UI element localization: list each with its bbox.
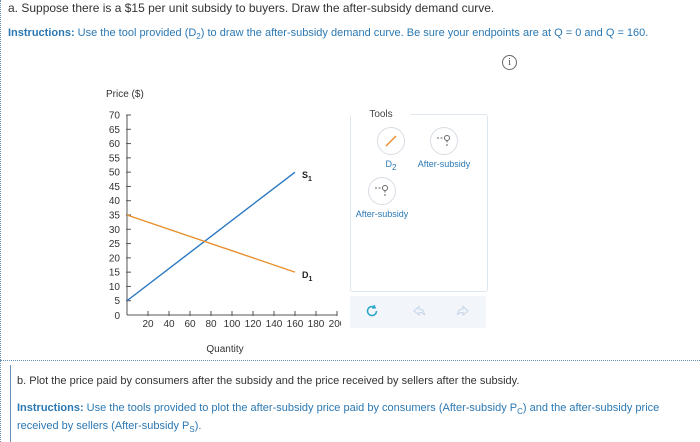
- instructions-b-label: Instructions:: [17, 402, 84, 414]
- x-tick-label: 120: [245, 319, 262, 330]
- after-subsidy-tool-1-label: After-subsidy: [417, 159, 471, 169]
- y-axis-label: Price ($): [106, 89, 144, 100]
- after-subsidy-tool-2[interactable]: After-subsidy: [351, 177, 413, 219]
- undo-icon[interactable]: [412, 304, 426, 320]
- d2-tool[interactable]: D2: [369, 127, 413, 172]
- after-subsidy-tool-1[interactable]: After-subsidy: [411, 127, 477, 169]
- y-tick-label: 0: [114, 311, 120, 322]
- question-a: a. Suppose there is a $15 per unit subsi…: [8, 1, 495, 15]
- y-tick-label: 45: [109, 182, 121, 193]
- instructions-label: Instructions:: [8, 27, 75, 39]
- x-tick-label: 60: [184, 319, 196, 330]
- tools-panel: Tools D2 After-subsidy After-subsidy: [350, 109, 488, 292]
- y-tick-label: 70: [109, 111, 121, 122]
- y-tick-label: 15: [109, 268, 121, 279]
- tools-title: Tools: [351, 109, 411, 120]
- instructions-b-text-3: ).: [194, 420, 202, 432]
- y-tick-label: 10: [109, 282, 121, 293]
- y-tick-label: 30: [109, 225, 121, 236]
- point-marker-icon: [368, 177, 396, 205]
- line-tool-icon: [377, 127, 405, 155]
- x-tick-label: 20: [142, 319, 154, 330]
- x-tick-label: 100: [224, 319, 241, 330]
- series-s1-line: [126, 171, 296, 302]
- reset-icon[interactable]: [365, 304, 379, 320]
- series-d1-label: D1: [302, 270, 313, 283]
- part-b-section: b. Plot the price paid by consumers afte…: [10, 365, 700, 442]
- instructions-a: Instructions: Use the tool provided (D2)…: [8, 27, 648, 41]
- supply-demand-graph[interactable]: Price ($) Quantity 706560555045403530252…: [96, 84, 341, 359]
- y-tick-label: 35: [109, 211, 121, 222]
- x-tick-label: 80: [205, 319, 217, 330]
- point-marker-icon: [430, 127, 458, 155]
- x-axis-label: Quantity: [206, 344, 243, 355]
- instructions-b: Instructions: Use the tools provided to …: [17, 401, 687, 437]
- section-divider: [0, 360, 700, 361]
- y-tick-label: 40: [109, 196, 121, 207]
- x-tick-label: 180: [308, 319, 325, 330]
- d2-tool-sub: 2: [392, 163, 397, 172]
- x-tick-label: 160: [287, 319, 304, 330]
- instructions-text-end: ) to draw the after-subsidy demand curve…: [200, 27, 649, 39]
- y-tick-label: 60: [109, 139, 121, 150]
- y-tick-label: 20: [109, 253, 121, 264]
- y-tick-label: 5: [114, 296, 120, 307]
- x-tick-label: 40: [163, 319, 175, 330]
- redo-icon[interactable]: [456, 304, 470, 320]
- instructions-text: Use the tool provided (D: [74, 27, 197, 39]
- graph-controls-bar: [350, 296, 486, 328]
- instructions-b-text-1: Use the tools provided to plot the after…: [83, 402, 518, 414]
- y-tick-label: 65: [109, 125, 121, 136]
- x-tick-label: 200: [329, 319, 341, 330]
- y-tick-label: 55: [109, 153, 121, 164]
- after-subsidy-tool-2-label: After-subsidy: [355, 209, 409, 219]
- series-s1-label: S1: [302, 170, 312, 183]
- series-d1-line: [126, 214, 296, 273]
- left-rule: [0, 0, 1, 442]
- y-tick-label: 50: [109, 168, 121, 179]
- info-icon[interactable]: i: [502, 55, 517, 70]
- question-b: b. Plot the price paid by consumers afte…: [17, 375, 520, 387]
- y-tick-label: 25: [109, 239, 121, 250]
- x-tick-label: 140: [266, 319, 283, 330]
